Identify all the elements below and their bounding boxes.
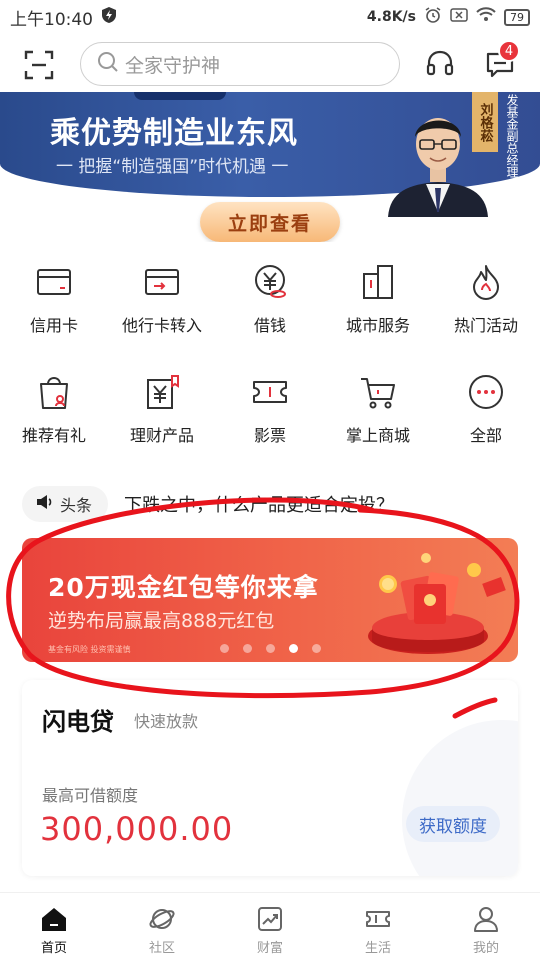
loan-limit-amount: 300,000.00: [40, 810, 234, 848]
shortcut-row-2: 推荐有礼 理财产品 影票 掌上商城 全部: [0, 372, 540, 446]
wifi-icon: [476, 7, 496, 27]
shortcut-card-transfer[interactable]: 他行卡转入: [108, 262, 216, 336]
top-bar: 全家守护神 4: [0, 36, 540, 92]
hero-top-tag: [134, 92, 226, 100]
get-limit-button[interactable]: 获取额度: [406, 806, 500, 842]
shortcut-label: 掌上商城: [345, 426, 410, 445]
tab-life[interactable]: 生活: [324, 893, 432, 960]
shopping-cart-icon: [361, 378, 395, 409]
tab-label: 我的: [472, 941, 499, 956]
promo-banner[interactable]: 20万现金红包等你来拿 逆势布局赢最高888元红包 基金有风险 投资需谨慎: [22, 538, 518, 662]
app-home-screen: 上午10:40 4.8K/s 79 全家守护神 4 乘优势制造业东风 一 把握“…: [0, 0, 540, 960]
shortcut-credit-card[interactable]: 信用卡: [0, 262, 108, 336]
carousel-dot-active[interactable]: [289, 644, 298, 653]
shortcut-label: 城市服务: [345, 316, 410, 335]
search-placeholder: 全家守护神: [125, 54, 221, 77]
shortcut-label: 借钱: [253, 316, 286, 335]
home-icon: [42, 908, 66, 931]
tab-home[interactable]: 首页: [0, 893, 108, 960]
tab-wealth[interactable]: 财富: [216, 893, 324, 960]
ticket-stack-icon: [366, 911, 390, 927]
headline-tag: 头条: [22, 486, 109, 522]
hero-title: 乘优势制造业东风: [50, 116, 298, 151]
tab-community[interactable]: 社区: [108, 893, 216, 960]
search-input[interactable]: 全家守护神: [80, 42, 400, 86]
loan-card-decoration: [402, 720, 518, 876]
tab-label: 社区: [148, 941, 175, 956]
search-icon: [97, 51, 125, 78]
message-badge: 4: [498, 40, 520, 62]
gift-bag-icon: [40, 377, 68, 409]
shortcut-label: 热门活动: [453, 316, 518, 335]
shortcut-label: 信用卡: [29, 316, 78, 335]
more-dots-icon: [469, 375, 503, 409]
carousel-dot[interactable]: [266, 644, 275, 653]
status-time: 上午10:40: [10, 9, 93, 30]
tab-me[interactable]: 我的: [432, 893, 540, 960]
shortcut-wealth-products[interactable]: 理财产品: [108, 372, 216, 446]
tab-label: 生活: [364, 941, 391, 956]
status-bar: 上午10:40 4.8K/s 79: [0, 0, 540, 34]
carousel-dot[interactable]: [243, 644, 252, 653]
wealth-doc-icon: [147, 375, 179, 409]
shortcut-mall[interactable]: 掌上商城: [324, 372, 432, 446]
network-speed: 4.8K/s: [366, 9, 416, 25]
headline-tag-label: 头条: [60, 496, 93, 515]
headline-ticker[interactable]: 头条 下跌之中，什么产品更适合定投？: [22, 486, 522, 522]
carousel-dot[interactable]: [312, 644, 321, 653]
bottom-nav: 首页 社区 财富 生活 我的: [0, 892, 540, 960]
headline-text: 下跌之中，什么产品更适合定投？: [124, 495, 395, 516]
shortcut-row-1: 信用卡 他行卡转入 借钱 城市服务 热门活动: [0, 262, 540, 336]
shortcut-borrow[interactable]: 借钱: [216, 262, 324, 336]
scan-icon[interactable]: [24, 50, 54, 80]
user-icon: [474, 907, 498, 932]
battery-indicator: 79: [504, 8, 530, 26]
shortcut-referral[interactable]: 推荐有礼: [0, 372, 108, 446]
shortcut-label: 理财产品: [129, 426, 194, 445]
alarm-icon: [424, 6, 442, 28]
ticket-icon: [253, 381, 287, 403]
shortcut-city-services[interactable]: 城市服务: [324, 262, 432, 336]
sim-off-icon: [450, 8, 468, 26]
carousel-indicator: [220, 644, 321, 653]
promo-subtitle: 逆势布局赢最高888元红包: [48, 610, 275, 632]
credit-card-icon: [37, 269, 71, 295]
shield-bolt-icon: [101, 6, 117, 28]
city-building-icon: [363, 265, 393, 299]
loan-limit-label: 最高可借额度: [42, 786, 139, 805]
loan-title: 闪电贷: [42, 708, 114, 736]
planet-icon: [149, 909, 175, 929]
headset-icon[interactable]: [424, 48, 456, 80]
promo-risk-note: 基金有风险 投资需谨慎: [48, 645, 131, 654]
tab-label: 首页: [40, 941, 67, 956]
promo-title: 20万现金红包等你来拿: [48, 573, 319, 602]
shortcut-hot-events[interactable]: 热门活动: [432, 262, 540, 336]
shortcut-label: 影票: [253, 426, 286, 445]
flash-loan-card[interactable]: 闪电贷 快速放款 最高可借额度 300,000.00 获取额度: [22, 680, 518, 876]
flame-icon: [473, 265, 499, 300]
speaker-icon: [36, 494, 60, 514]
loan-subtitle: 快速放款: [134, 712, 199, 731]
shortcut-all[interactable]: 全部: [432, 372, 540, 446]
tab-label: 财富: [256, 941, 283, 956]
shortcut-movie-tickets[interactable]: 影票: [216, 372, 324, 446]
shortcut-label: 推荐有礼: [21, 426, 86, 445]
shortcut-label: 全部: [469, 426, 502, 445]
person-title: 发基金副总经理: [505, 94, 519, 178]
card-transfer-icon: [145, 269, 179, 295]
person-name: 刘格菘: [472, 92, 498, 152]
yuan-coin-icon: [255, 265, 286, 298]
trend-chart-icon: [258, 907, 282, 931]
shortcut-label: 他行卡转入: [121, 316, 202, 335]
carousel-dot[interactable]: [220, 644, 229, 653]
red-envelope-gift-icon: [368, 553, 506, 654]
hero-subtitle: 一 把握“制造强国”时代机遇 一: [56, 157, 289, 177]
status-right: 4.8K/s 79: [367, 6, 530, 28]
view-now-button[interactable]: 立即查看: [200, 202, 340, 242]
hero-banner[interactable]: 乘优势制造业东风 一 把握“制造强国”时代机遇 一 刘格菘 发基金副总经理 立即…: [0, 92, 540, 242]
